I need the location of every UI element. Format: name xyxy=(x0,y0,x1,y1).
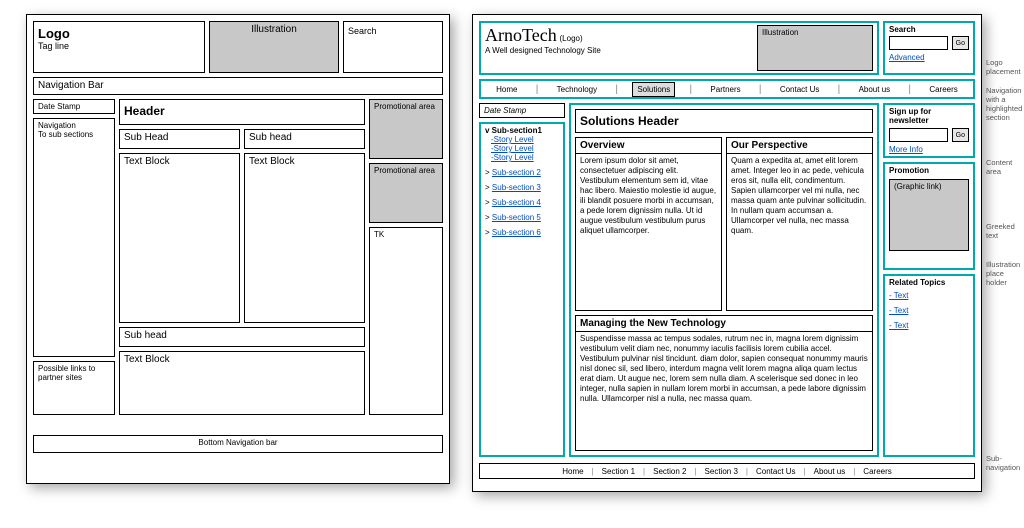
text-block-1: Text Block xyxy=(119,153,240,323)
solutions-header: Solutions Header xyxy=(575,109,873,133)
newsletter-email-input[interactable] xyxy=(889,128,948,142)
logo-area: ArnoTech (Logo) A Well designed Technolo… xyxy=(479,21,879,75)
advanced-link[interactable]: Advanced xyxy=(889,53,925,62)
bottom-nav-item[interactable]: Careers xyxy=(859,467,895,476)
logo-block: Logo Tag line xyxy=(33,21,205,73)
bottom-navigation[interactable]: Home|Section 1|Section 2|Section 3|Conta… xyxy=(479,463,975,479)
nav-item-about-us[interactable]: About us xyxy=(855,83,895,96)
annotation-logo: Logo placement xyxy=(986,58,1024,76)
story-level-link[interactable]: -Story Level xyxy=(491,135,559,144)
tagline: A Well designed Technology Site xyxy=(485,46,753,55)
subsection-link[interactable]: > Sub-section 3 xyxy=(485,183,559,192)
illustration-placeholder: Illustration xyxy=(757,25,873,71)
navigation-bar[interactable]: Navigation Bar xyxy=(33,77,443,95)
nav-item-home[interactable]: Home xyxy=(492,83,521,96)
sub-navigation[interactable]: Navigation To sub sections xyxy=(33,118,115,357)
bottom-nav-item[interactable]: Section 2 xyxy=(649,467,690,476)
bottom-nav-item[interactable]: Contact Us xyxy=(752,467,800,476)
date-stamp: Date Stamp xyxy=(479,103,565,118)
subsection-link[interactable]: > Sub-section 4 xyxy=(485,198,559,207)
search-label: Search xyxy=(348,26,438,36)
subsection-link[interactable]: > Sub-section 5 xyxy=(485,213,559,222)
sub-head-1: Sub Head xyxy=(119,129,240,149)
promotional-area-1[interactable]: Promotional area xyxy=(369,99,443,159)
graphic-link-placeholder[interactable]: (Graphic link) xyxy=(889,179,969,251)
illustration-placeholder: Illustration xyxy=(209,21,339,73)
newsletter-go-button[interactable]: Go xyxy=(952,128,969,142)
bottom-nav-item[interactable]: Section 1 xyxy=(598,467,639,476)
bottom-navigation-bar[interactable]: Bottom Navigation bar xyxy=(33,435,443,453)
search-area: Search Go Advanced xyxy=(883,21,975,75)
subsection-link[interactable]: > Sub-section 2 xyxy=(485,168,559,177)
sub-navigation: v Sub-section1 -Story Level-Story Level-… xyxy=(479,122,565,457)
nav-item-careers[interactable]: Careers xyxy=(925,83,961,96)
nav-item-contact-us[interactable]: Contact Us xyxy=(776,83,824,96)
perspective-title: Our Perspective xyxy=(727,138,872,154)
annotation-subnav: Sub-navigation xyxy=(986,454,1024,472)
managing-body: Suspendisse massa ac tempus sodales, rut… xyxy=(576,332,872,450)
current-subsection[interactable]: v Sub-section1 xyxy=(485,126,559,135)
content-area: Solutions Header Overview Lorem ipsum do… xyxy=(569,103,879,457)
sub-head-2: Sub head xyxy=(244,129,365,149)
brand-note: (Logo) xyxy=(560,34,583,43)
perspective-body: Quam a expedita at, amet elit lorem amet… xyxy=(727,154,872,310)
overview-body: Lorem ipsum dolor sit amet, consectetuer… xyxy=(576,154,721,310)
search-input[interactable] xyxy=(889,36,948,50)
bottom-nav-item[interactable]: Home xyxy=(558,467,587,476)
story-level-link[interactable]: -Story Level xyxy=(491,144,559,153)
subsection-link[interactable]: > Sub-section 6 xyxy=(485,228,559,237)
related-topic-link[interactable]: - Text xyxy=(889,291,969,300)
annotation-content: Content area xyxy=(986,158,1024,176)
partner-links[interactable]: Possible links to partner sites xyxy=(33,361,115,415)
promotion-title: Promotion xyxy=(889,166,969,175)
nav-item-solutions[interactable]: Solutions xyxy=(632,82,675,97)
more-info-link[interactable]: More Info xyxy=(889,145,923,154)
generic-wireframe: Logo Tag line Illustration Search Naviga… xyxy=(26,14,450,484)
brand-name: ArnoTech xyxy=(485,25,557,45)
search-block: Search xyxy=(343,21,443,73)
annotation-nav: Navigation with a highlighted section xyxy=(986,86,1022,122)
newsletter-signup: Sign up for newsletter Go More Info xyxy=(883,103,975,158)
text-block-2: Text Block xyxy=(244,153,365,323)
nav-item-partners[interactable]: Partners xyxy=(706,83,744,96)
signup-title: Sign up for newsletter xyxy=(889,107,969,125)
search-label: Search xyxy=(889,25,969,34)
tk-area: TK xyxy=(369,227,443,415)
story-level-link[interactable]: -Story Level xyxy=(491,153,559,162)
logo-title: Logo xyxy=(38,26,200,41)
main-navigation: Home|Technology|Solutions|Partners|Conta… xyxy=(479,79,975,99)
managing-title: Managing the New Technology xyxy=(576,316,872,332)
page-header: Header xyxy=(119,99,365,125)
promotional-area-2[interactable]: Promotional area xyxy=(369,163,443,223)
nav-item-technology[interactable]: Technology xyxy=(553,83,601,96)
text-block-3: Text Block xyxy=(119,351,365,415)
search-go-button[interactable]: Go xyxy=(952,36,969,50)
annotation-illus: Illustration place holder xyxy=(986,260,1022,287)
detailed-wireframe: ArnoTech (Logo) A Well designed Technolo… xyxy=(472,14,982,492)
related-title: Related Topics xyxy=(889,278,969,287)
annotation-greeked: Greeked text xyxy=(986,222,1024,240)
related-topic-link[interactable]: - Text xyxy=(889,321,969,330)
related-topics: Related Topics - Text - Text - Text xyxy=(883,274,975,457)
logo-tagline: Tag line xyxy=(38,41,200,51)
sub-head-3: Sub head xyxy=(119,327,365,347)
bottom-nav-item[interactable]: Section 3 xyxy=(701,467,742,476)
overview-title: Overview xyxy=(576,138,721,154)
related-topic-link[interactable]: - Text xyxy=(889,306,969,315)
bottom-nav-item[interactable]: About us xyxy=(810,467,850,476)
promotion-area: Promotion (Graphic link) xyxy=(883,162,975,270)
date-stamp: Date Stamp xyxy=(33,99,115,114)
